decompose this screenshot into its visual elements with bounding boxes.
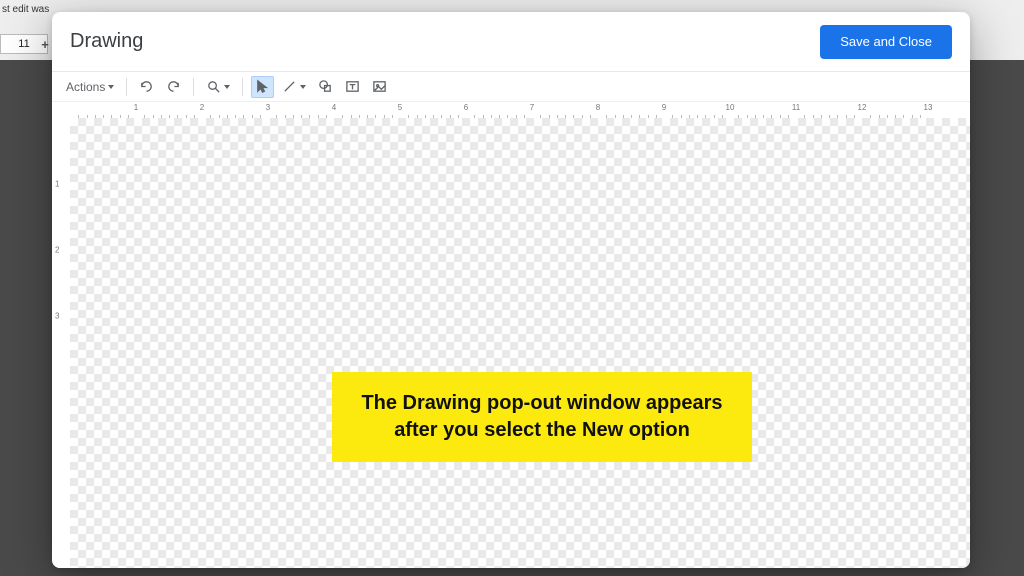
shape-tool[interactable] (314, 76, 337, 98)
ruler-number: 8 (596, 103, 600, 112)
text-box-tool[interactable] (341, 76, 364, 98)
shape-icon (318, 79, 333, 94)
select-tool[interactable] (251, 76, 274, 98)
chevron-down-icon (108, 85, 114, 89)
save-and-close-button[interactable]: Save and Close (820, 25, 952, 59)
line-tool[interactable] (278, 76, 310, 98)
image-tool[interactable] (368, 76, 391, 98)
font-size-value: 11 (18, 38, 29, 50)
ruler-number: 3 (266, 103, 270, 112)
ruler-number: 7 (530, 103, 534, 112)
horizontal-ruler: 12345678910111213 (70, 102, 970, 118)
redo-icon (166, 79, 181, 94)
ruler-number: 13 (924, 103, 933, 112)
text-box-icon (345, 79, 360, 94)
ruler-number: 2 (200, 103, 204, 112)
line-icon (282, 79, 297, 94)
last-edit-text: st edit was (0, 4, 51, 15)
drawing-toolbar: Actions (52, 72, 970, 102)
dialog-header: Drawing Save and Close (52, 12, 970, 72)
font-size-plus[interactable]: + (38, 34, 52, 54)
ruler-number: 2 (55, 246, 59, 255)
zoom-button[interactable] (202, 76, 234, 98)
actions-menu[interactable]: Actions (62, 76, 118, 98)
ruler-number: 1 (55, 180, 59, 189)
ruler-number: 11 (792, 103, 800, 112)
chevron-down-icon (300, 85, 306, 89)
dialog-title: Drawing (70, 30, 820, 53)
vertical-ruler: 1 2 3 (52, 118, 70, 568)
undo-icon (139, 79, 154, 94)
drawing-dialog: Drawing Save and Close Actions (52, 12, 970, 568)
separator (242, 78, 243, 96)
ruler-number: 12 (858, 103, 867, 112)
zoom-icon (206, 79, 221, 94)
drawing-canvas[interactable]: The Drawing pop-out window appears after… (70, 118, 970, 568)
separator (193, 78, 194, 96)
annotation-callout: The Drawing pop-out window appears after… (332, 372, 752, 462)
undo-button[interactable] (135, 76, 158, 98)
redo-button[interactable] (162, 76, 185, 98)
ruler-number: 10 (726, 103, 735, 112)
ruler-number: 3 (55, 312, 59, 321)
actions-label: Actions (66, 80, 105, 94)
ruler-number: 6 (464, 103, 468, 112)
image-icon (372, 79, 387, 94)
ruler-number: 4 (332, 103, 336, 112)
ruler-number: 9 (662, 103, 666, 112)
cursor-icon (255, 79, 270, 94)
chevron-down-icon (224, 85, 230, 89)
canvas-area: 1 2 3 The Drawing pop-out window appears a… (52, 118, 970, 568)
separator (126, 78, 127, 96)
ruler-number: 1 (134, 103, 138, 112)
ruler-number: 5 (398, 103, 402, 112)
